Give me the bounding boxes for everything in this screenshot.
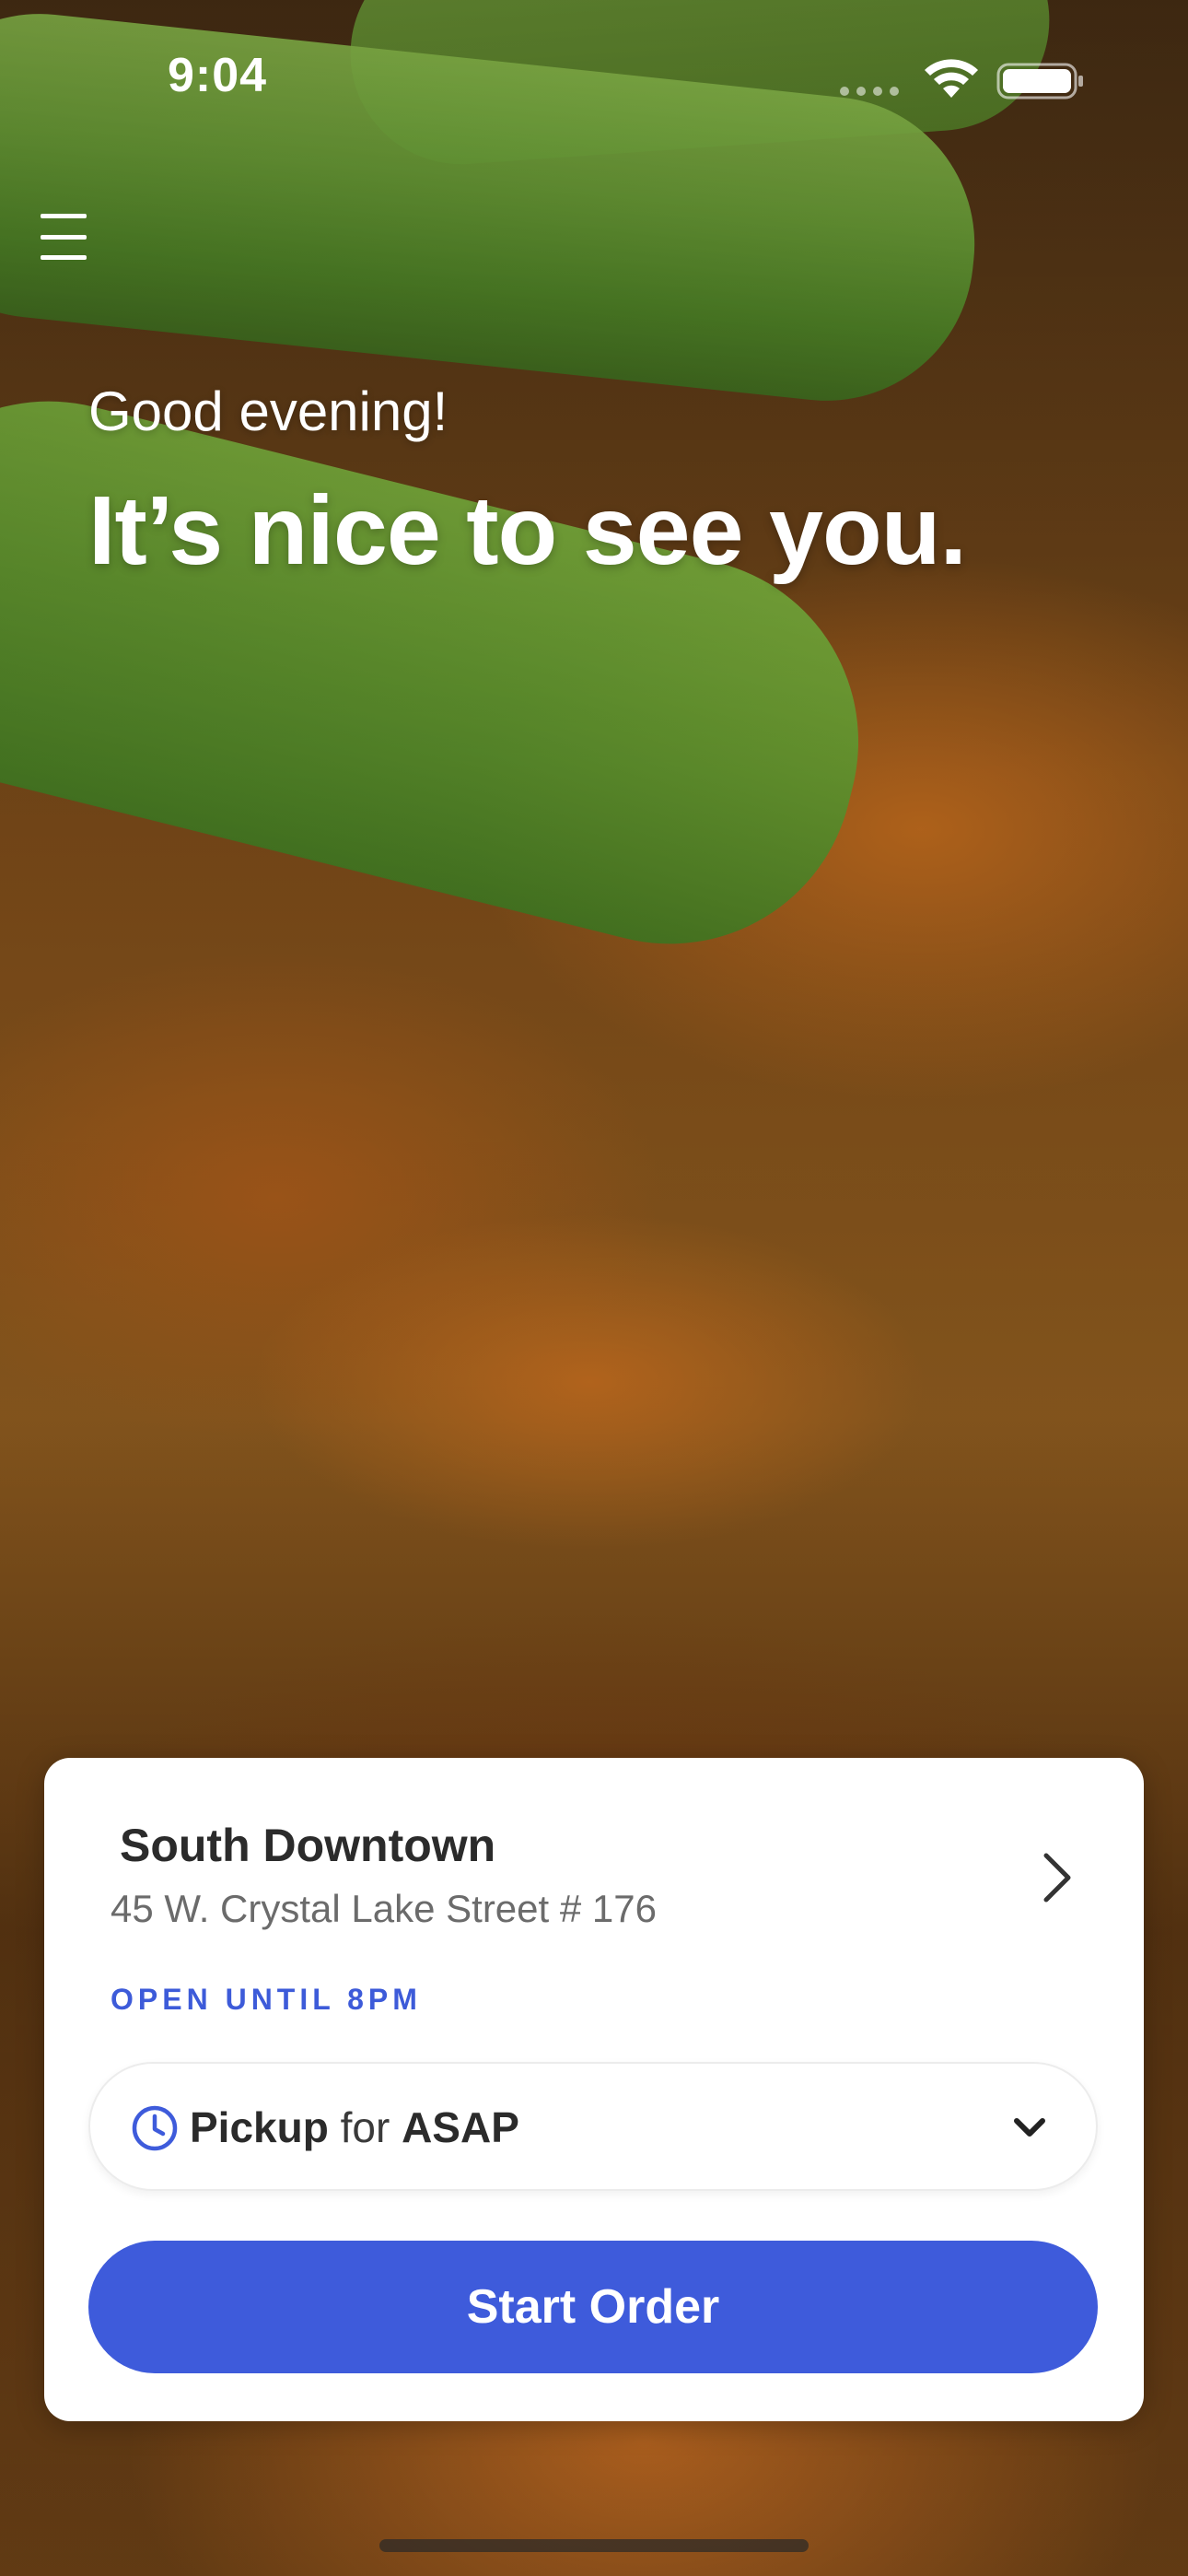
location-card: South Downtown 45 W. Crystal Lake Street… (44, 1758, 1144, 2421)
status-time: 9:04 (168, 49, 268, 102)
start-order-button[interactable]: Start Order (88, 2241, 1098, 2373)
store-address: 45 W. Crystal Lake Street # 176 (111, 1887, 657, 1930)
battery-icon (996, 63, 1083, 100)
wifi-icon (925, 59, 978, 98)
order-mode-connector: for (340, 2103, 390, 2151)
status-bar: 9:04 (0, 0, 1188, 157)
store-hours-status: OPEN UNTIL 8PM (111, 1983, 422, 2016)
clock-icon (132, 2105, 178, 2151)
hamburger-menu-icon[interactable] (41, 214, 92, 260)
chevron-down-icon (1014, 2118, 1045, 2137)
cellular-signal-icon (840, 87, 899, 96)
store-selector[interactable]: South Downtown 45 W. Crystal Lake Street… (44, 1758, 1144, 1951)
order-mode-dropdown[interactable]: Pickup for ASAP (88, 2062, 1098, 2191)
chevron-right-icon[interactable] (1039, 1850, 1076, 1905)
greeting-subtitle: Good evening! (88, 381, 448, 442)
app-screen: 9:04 Good evening! It’s nice to see you.… (0, 0, 1188, 2576)
order-mode-type: Pickup (190, 2103, 329, 2151)
order-mode-label: Pickup for ASAP (190, 2102, 519, 2152)
order-mode-time: ASAP (402, 2103, 519, 2151)
home-indicator[interactable] (379, 2539, 809, 2552)
store-name: South Downtown (120, 1820, 496, 1871)
greeting-title: It’s nice to see you. (88, 476, 967, 585)
